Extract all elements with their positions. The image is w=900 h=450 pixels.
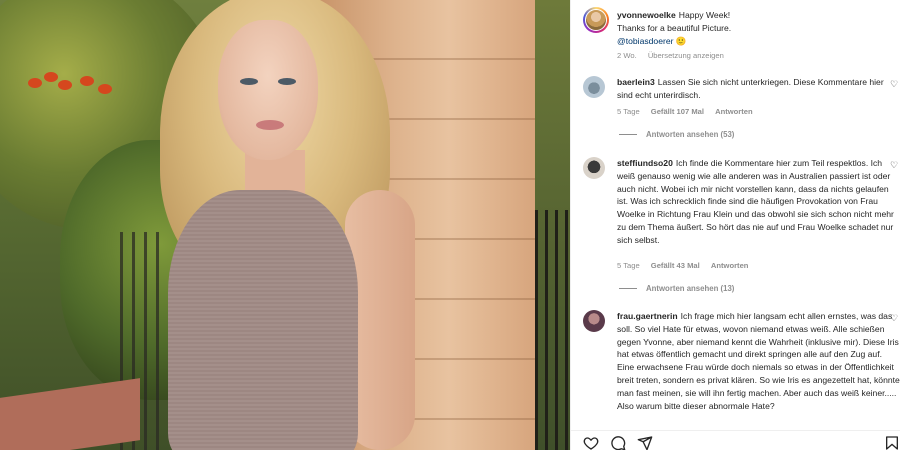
eye-left bbox=[240, 78, 258, 85]
caption-username[interactable]: yvonnewoelke bbox=[617, 10, 676, 20]
comment-meta: 5 Tage Gefällt 43 Mal Antworten bbox=[617, 261, 757, 270]
comment-likes[interactable]: Gefällt 107 Mal bbox=[651, 107, 704, 116]
comment-username[interactable]: steffiundso20 bbox=[617, 158, 673, 168]
replies-line bbox=[619, 288, 637, 290]
view-replies-label: Antworten ansehen (53) bbox=[646, 130, 735, 139]
post-photo[interactable] bbox=[0, 0, 570, 450]
woman-figure bbox=[140, 0, 440, 450]
comment-body: Lassen Sie sich nicht unterkriegen. Dies… bbox=[617, 77, 884, 100]
bookmark-icon[interactable] bbox=[884, 435, 900, 450]
comment-age[interactable]: 5 Tage bbox=[617, 107, 640, 116]
avatar[interactable] bbox=[583, 7, 609, 33]
caption-age[interactable]: 2 Wo. bbox=[617, 51, 637, 60]
lips bbox=[256, 120, 284, 130]
heart-icon[interactable] bbox=[583, 435, 599, 450]
caption-line-1: Happy Week! bbox=[678, 10, 731, 20]
heart-icon[interactable]: ♡ bbox=[890, 80, 899, 89]
view-replies[interactable]: Antworten ansehen (53) bbox=[619, 130, 734, 139]
knit-top bbox=[168, 190, 358, 450]
comment-icon[interactable] bbox=[610, 435, 626, 450]
face bbox=[218, 20, 318, 160]
paper-plane-icon[interactable] bbox=[637, 435, 653, 450]
comment-age[interactable]: 5 Tage bbox=[617, 261, 640, 270]
comment-username[interactable]: baerlein3 bbox=[617, 77, 655, 87]
railing-right bbox=[535, 210, 570, 450]
comment-likes[interactable]: Gefällt 43 Mal bbox=[651, 261, 700, 270]
avatar[interactable] bbox=[583, 76, 605, 98]
view-replies[interactable]: Antworten ansehen (13) bbox=[619, 284, 734, 293]
caption-emoji: 🙂 bbox=[675, 35, 687, 46]
comments-panel[interactable]: yvonnewoelke Happy Week! Thanks for a bea… bbox=[570, 0, 900, 450]
comment-body: Ich finde die Kommentare hier zum Teil r… bbox=[617, 158, 894, 245]
action-bar bbox=[571, 430, 900, 450]
caption-meta: 2 Wo. Übersetzung anzeigen bbox=[617, 51, 733, 60]
eye-right bbox=[278, 78, 296, 85]
reply-button[interactable]: Antworten bbox=[715, 107, 753, 116]
replies-line bbox=[619, 134, 637, 136]
caption-mention[interactable]: @tobiasdoerer bbox=[617, 36, 674, 46]
comment-text: steffiundso20 Ich finde die Kommentare hi… bbox=[617, 157, 900, 247]
avatar[interactable] bbox=[583, 310, 605, 332]
comment-text: baerlein3 Lassen Sie sich nicht unterkrie… bbox=[617, 76, 900, 102]
heart-icon[interactable]: ♡ bbox=[890, 161, 899, 170]
reply-button[interactable]: Antworten bbox=[711, 261, 749, 270]
comment-body: Ich frage mich hier langsam echt allen e… bbox=[617, 311, 900, 411]
red-flowers bbox=[28, 72, 118, 102]
comment-text: frau.gaertnerin Ich frage mich hier langs… bbox=[617, 310, 900, 412]
avatar[interactable] bbox=[583, 157, 605, 179]
translate-link[interactable]: Übersetzung anzeigen bbox=[648, 51, 724, 60]
comment-username[interactable]: frau.gaertnerin bbox=[617, 311, 678, 321]
comment-meta: 5 Tage Gefällt 107 Mal Antworten bbox=[617, 107, 762, 116]
heart-icon[interactable]: ♡ bbox=[890, 314, 899, 323]
brick-ledge bbox=[0, 378, 140, 450]
view-replies-label: Antworten ansehen (13) bbox=[646, 284, 735, 293]
caption-line-2: Thanks for a beautiful Picture. bbox=[617, 22, 732, 33]
